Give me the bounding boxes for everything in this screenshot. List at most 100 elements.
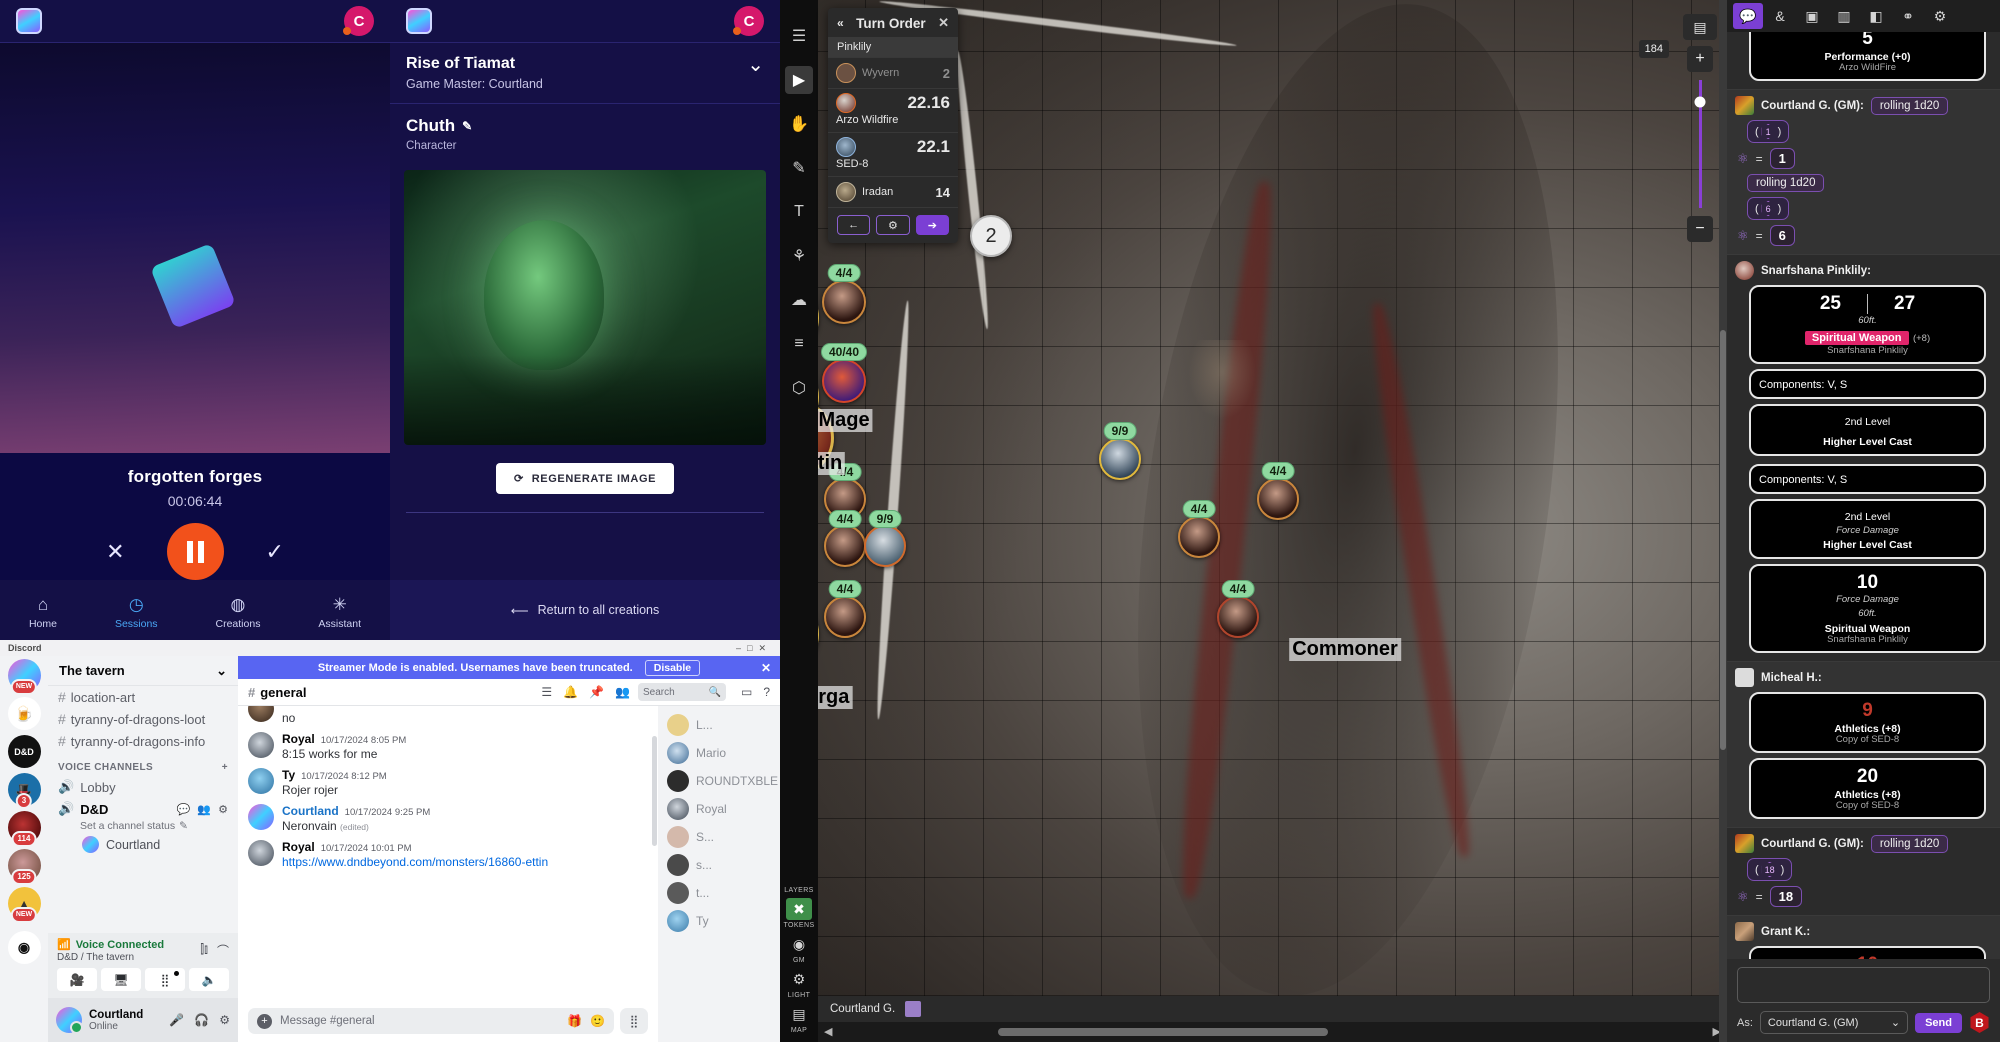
text-tool-icon[interactable]: T: [785, 198, 813, 226]
token-mageling-6[interactable]: 4/4: [1178, 500, 1220, 558]
return-to-creations-link[interactable]: ⟵ Return to all creations: [390, 580, 780, 640]
regenerate-image-button[interactable]: ⟳ REGENERATE IMAGE: [495, 463, 675, 494]
member-item[interactable]: L...: [658, 711, 780, 739]
players-icon[interactable]: ⚭: [1893, 3, 1923, 29]
member-item[interactable]: Ty: [658, 907, 780, 935]
session-header[interactable]: Rise of Tiamat Game Master: Courtland ⌄: [390, 43, 780, 104]
avatar[interactable]: [248, 840, 274, 866]
dice-icon[interactable]: &: [1765, 3, 1795, 29]
previous-turn-button[interactable]: ←: [837, 215, 871, 235]
light-icon[interactable]: ⚙: [786, 968, 812, 990]
channel-location-art[interactable]: # location-art: [48, 686, 238, 708]
chat-icon[interactable]: 💬: [1733, 3, 1763, 29]
chevron-down-icon[interactable]: ⌄: [216, 663, 227, 679]
add-channel-icon[interactable]: +: [222, 762, 228, 773]
voice-channel-lobby[interactable]: 🔊 Lobby: [48, 776, 238, 798]
gm-icon[interactable]: ◉: [786, 933, 812, 955]
edit-pencil-icon[interactable]: ✎: [179, 820, 188, 832]
cancel-recording-icon[interactable]: ✕: [106, 539, 124, 565]
threads-icon[interactable]: ☰: [541, 685, 552, 699]
user-color-swatch[interactable]: [905, 1001, 922, 1017]
token-mageling-4[interactable]: 4/4: [824, 580, 866, 638]
chat-vertical-scrollbar[interactable]: [1719, 0, 1727, 1042]
token-mageling-1[interactable]: 4/4: [822, 264, 866, 324]
tokens-icon[interactable]: ✖: [786, 898, 812, 920]
scrollbar-thumb[interactable]: [1720, 330, 1726, 750]
invite-icon[interactable]: 👥: [197, 803, 211, 816]
menu-icon[interactable]: ☰: [785, 22, 813, 50]
avatar[interactable]: [56, 1007, 83, 1034]
microphone-icon[interactable]: 🎤: [169, 1013, 184, 1027]
window-controls[interactable]: ‒□✕: [736, 643, 772, 654]
voice-channel-dnd[interactable]: 🔊 D&D 💬 👥 ⚙: [48, 798, 238, 820]
next-turn-button[interactable]: ➔: [915, 215, 949, 235]
message-author[interactable]: Courtland: [282, 804, 339, 818]
nav-creations[interactable]: ◍ Creations: [216, 595, 261, 630]
compass-icon[interactable]: ▤: [1683, 14, 1717, 40]
notifications-bell-icon[interactable]: 🔔: [563, 685, 578, 699]
guild-icon[interactable]: D&D: [7, 735, 41, 768]
message-author[interactable]: Royal: [282, 840, 315, 854]
activities-button[interactable]: ⣿: [145, 968, 185, 991]
turn-entry-iradan[interactable]: Iradan 14: [828, 176, 958, 207]
pinned-messages-icon[interactable]: 📌: [589, 685, 604, 699]
video-off-button[interactable]: 🎥: [57, 968, 97, 991]
disconnect-icon[interactable]: ⌒: [217, 942, 229, 959]
scrollbar-thumb[interactable]: [652, 736, 657, 846]
library-icon[interactable]: ▥: [1829, 3, 1859, 29]
gear-icon[interactable]: ⚙: [219, 1013, 230, 1027]
turn-entry-wyvern[interactable]: Wyvern 2: [828, 57, 958, 88]
speaking-as-select[interactable]: Courtland G. (GM) ⌄: [1759, 1011, 1909, 1034]
confirm-recording-icon[interactable]: ✓: [266, 539, 284, 565]
effects-tool-icon[interactable]: ⚘: [785, 242, 813, 270]
guild-icon[interactable]: 125: [7, 849, 41, 885]
soundboard-button[interactable]: 🔈: [189, 968, 229, 991]
message-link[interactable]: https://www.dndbeyond.com/monsters/16860…: [282, 855, 548, 869]
inbox-icon[interactable]: ▭: [741, 685, 752, 699]
avatar[interactable]: [248, 732, 274, 758]
zoom-out-button[interactable]: −: [1687, 216, 1713, 242]
gear-icon[interactable]: ⚙: [218, 803, 228, 816]
member-item[interactable]: S...: [658, 823, 780, 851]
scrollbar-thumb[interactable]: [998, 1028, 1328, 1036]
token-dwarf[interactable]: 9/9: [864, 510, 906, 567]
zoom-in-button[interactable]: +: [1687, 46, 1713, 72]
apps-icon[interactable]: ⣿: [620, 1008, 648, 1034]
vtt-horizontal-scrollbar[interactable]: ◀ ▶: [818, 1022, 1727, 1042]
server-header[interactable]: The tavern ⌄: [48, 656, 238, 686]
avatar[interactable]: [248, 804, 274, 830]
token-grunda-gurga[interactable]: 85/85 Grunda-Gurga: [818, 596, 853, 709]
dndbeyond-icon[interactable]: B: [1970, 1012, 1989, 1033]
help-icon[interactable]: ?: [763, 685, 770, 699]
member-item[interactable]: Royal: [658, 795, 780, 823]
pause-recording-button[interactable]: [166, 523, 224, 580]
gift-icon[interactable]: 🎁: [567, 1014, 582, 1028]
user-avatar[interactable]: C: [343, 6, 374, 36]
dice-tool-icon[interactable]: ⬡: [785, 374, 813, 402]
member-item[interactable]: Mario: [658, 739, 780, 767]
attach-icon[interactable]: +: [257, 1013, 272, 1029]
avatar[interactable]: [248, 706, 274, 722]
token-commoner[interactable]: 4/4 Commoner: [1217, 580, 1401, 661]
member-item[interactable]: ROUNDTXBLE: [658, 767, 780, 795]
headphones-icon[interactable]: 🎧: [194, 1013, 209, 1027]
message-author[interactable]: Ty: [282, 768, 295, 782]
channel-chat-icon[interactable]: 💬: [177, 803, 191, 816]
send-button[interactable]: Send: [1915, 1012, 1962, 1033]
voice-category-header[interactable]: VOICE CHANNELS +: [48, 752, 238, 776]
guild-icon[interactable]: 114: [7, 811, 41, 847]
chat-log[interactable]: 5 Performance (+0) Arzo WildFire Courtla…: [1727, 32, 2000, 959]
channel-tod-loot[interactable]: # tyranny-of-dragons-loot: [48, 708, 238, 730]
collapse-icon[interactable]: «: [837, 16, 844, 30]
settings-icon[interactable]: ⚙: [1925, 3, 1955, 29]
edit-pencil-icon[interactable]: ✎: [462, 119, 472, 133]
voice-member[interactable]: Courtland: [48, 832, 238, 857]
member-list-icon[interactable]: 👥: [615, 685, 630, 699]
chat-input[interactable]: [1737, 967, 1990, 1003]
close-icon[interactable]: ✕: [938, 15, 949, 31]
zoom-slider[interactable]: [1694, 80, 1706, 208]
message-list[interactable]: no Royal 10/17/2024 8:05 PM 8:15 works f…: [238, 706, 658, 1042]
turn-settings-button[interactable]: ⚙: [876, 215, 910, 235]
audio-icon[interactable]: ◧: [1861, 3, 1891, 29]
ping-icon[interactable]: ⫿⫾: [200, 942, 208, 959]
